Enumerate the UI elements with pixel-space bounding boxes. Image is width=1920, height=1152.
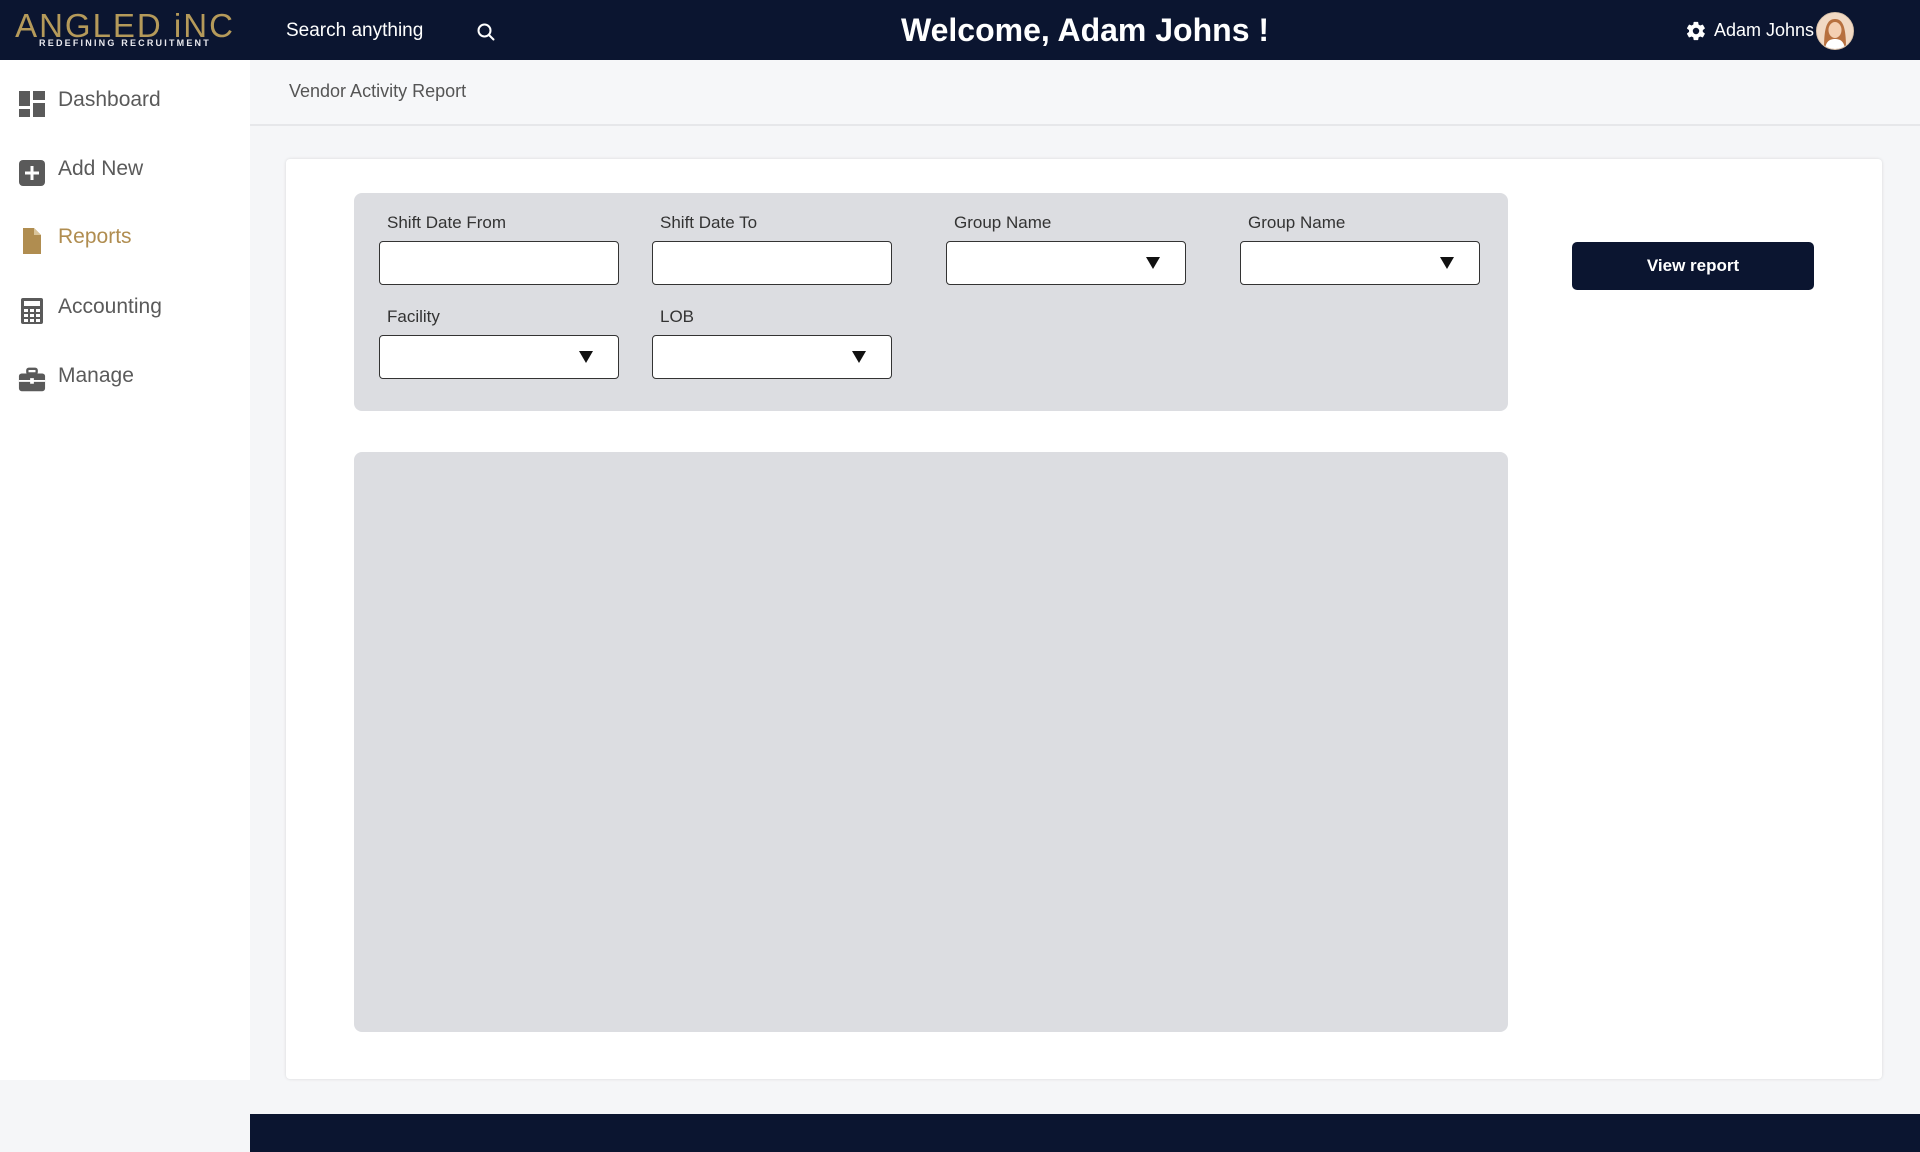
- sidebar-item-reports[interactable]: Reports: [0, 215, 250, 263]
- filter-panel: Shift Date From Shift Date To Group Name…: [354, 193, 1508, 411]
- group-name-select[interactable]: [946, 241, 1186, 285]
- welcome-heading: Welcome, Adam Johns !: [900, 12, 1270, 48]
- footer-bar: [250, 1114, 1920, 1152]
- group-name-label: Group Name: [954, 213, 1052, 232]
- sidebar-item-label: Accounting: [58, 295, 162, 318]
- user-name[interactable]: Adam Johns: [1714, 20, 1814, 41]
- shift-date-from-input[interactable]: [379, 241, 619, 285]
- shift-date-to-input[interactable]: [652, 241, 892, 285]
- group-name-select-2[interactable]: [1240, 241, 1480, 285]
- sidebar-item-label: Add New: [58, 157, 144, 180]
- gear-icon[interactable]: [1685, 20, 1707, 42]
- sidebar-item-label: Manage: [58, 364, 134, 387]
- group-name-label-2: Group Name: [1248, 213, 1346, 232]
- sidebar-item-accounting[interactable]: Accounting: [0, 285, 250, 333]
- facility-label: Facility: [387, 307, 440, 326]
- top-bar: ANGLED iNC REDEFINING RECRUITMENT Search…: [0, 0, 1920, 60]
- file-icon: [23, 228, 41, 254]
- search-input[interactable]: Search anything: [286, 20, 423, 42]
- shift-date-from-label: Shift Date From: [387, 213, 507, 232]
- shift-date-to-label: Shift Date To: [660, 213, 758, 232]
- caret-down-icon: [852, 351, 866, 363]
- page-title: Vendor Activity Report: [289, 81, 467, 101]
- report-output-area: [354, 452, 1508, 1032]
- calculator-icon: [21, 298, 43, 324]
- sidebar-item-manage[interactable]: Manage: [0, 354, 250, 402]
- sidebar-item-label: Dashboard: [58, 88, 161, 111]
- sidebar-item-dashboard[interactable]: Dashboard: [0, 78, 250, 126]
- avatar-image: [1817, 13, 1853, 49]
- search-icon[interactable]: [476, 22, 496, 42]
- sidebar-item-label: Reports: [58, 225, 132, 248]
- facility-select[interactable]: [379, 335, 619, 379]
- brand-logo[interactable]: ANGLED iNC REDEFINING RECRUITMENT: [14, 8, 236, 52]
- sidebar-item-add-new[interactable]: Add New: [0, 147, 250, 195]
- sidebar: Dashboard Add New Reports Accounting Man…: [0, 60, 250, 1080]
- report-card: Shift Date From Shift Date To Group Name…: [286, 159, 1882, 1079]
- plus-square-icon: [19, 160, 45, 186]
- page-header: Vendor Activity Report: [250, 60, 1920, 126]
- briefcase-icon: [18, 367, 46, 392]
- dashboard-icon: [19, 91, 45, 117]
- view-report-button[interactable]: View report: [1572, 242, 1814, 290]
- search-box[interactable]: Search anything: [286, 18, 506, 44]
- lob-label: LOB: [660, 307, 695, 326]
- lob-select[interactable]: [652, 335, 892, 379]
- avatar[interactable]: [1816, 12, 1854, 50]
- brand-tagline: REDEFINING RECRUITMENT: [39, 38, 211, 48]
- caret-down-icon: [1146, 257, 1160, 269]
- caret-down-icon: [1440, 257, 1454, 269]
- caret-down-icon: [579, 351, 593, 363]
